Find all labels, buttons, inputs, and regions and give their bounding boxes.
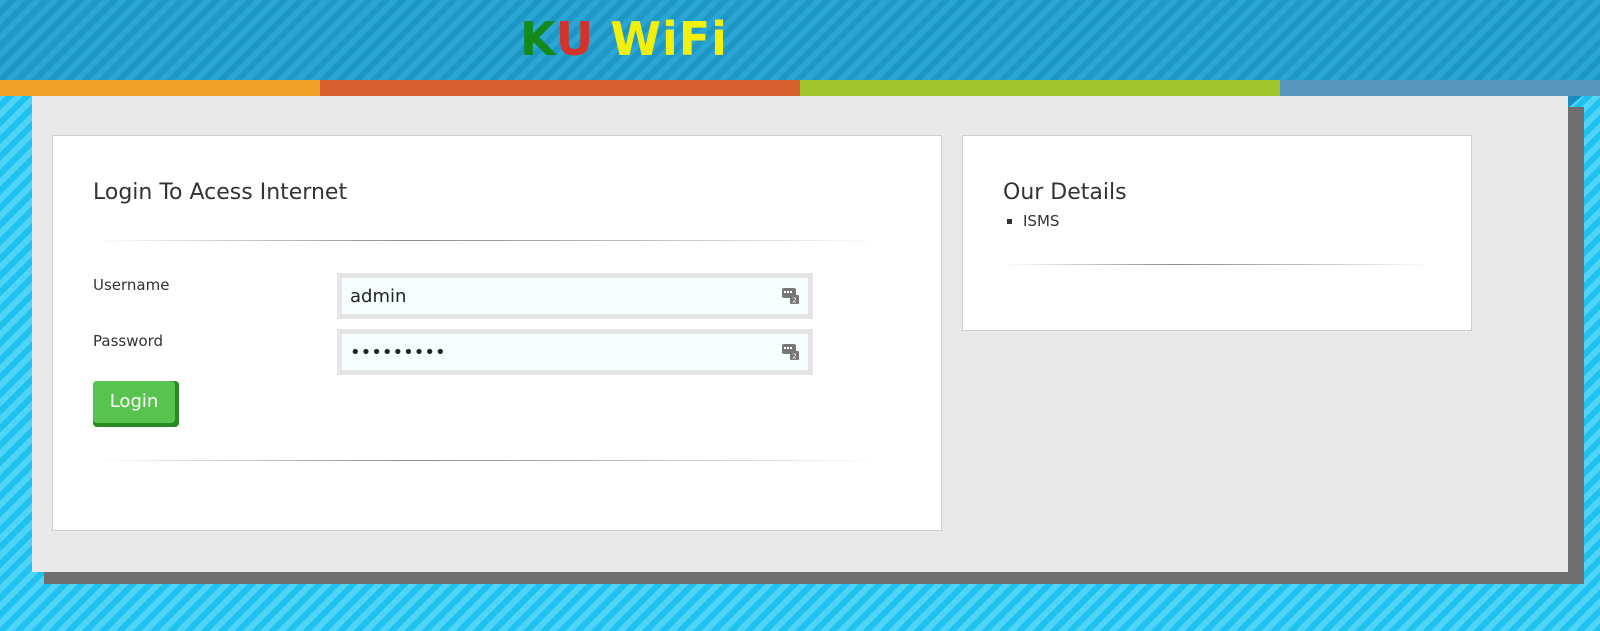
login-title: Login To Acess Internet [93,180,348,205]
color-stripe-green [800,80,1280,96]
login-panel: Login To Acess Internet Username 2 Passw… [52,135,942,531]
keyboard-icon[interactable]: 2 [781,286,799,304]
color-stripe [0,80,1600,96]
color-stripe-blue [1280,80,1600,96]
password-input[interactable] [342,334,808,370]
color-stripe-orange [0,80,320,96]
content-frame: Login To Acess Internet Username 2 Passw… [32,96,1568,572]
logo-k: K [520,12,556,66]
logo-wifi: WiFi [610,12,728,66]
divider-bottom [93,460,883,461]
username-field-wrap: 2 [337,273,813,319]
password-field-wrap: 2 [337,329,813,375]
divider-top [93,240,883,241]
login-button-label: Login [93,381,175,423]
details-divider [1003,264,1433,265]
username-label: Username [93,276,170,294]
svg-text:2: 2 [792,297,796,305]
logo-u: U [555,12,595,66]
password-label: Password [93,332,164,350]
keyboard-icon[interactable]: 2 [781,342,799,360]
ku-wifi-logo: KU WiFi [520,14,728,64]
username-input[interactable] [342,278,808,314]
details-item: ISMS [1005,212,1059,230]
header-banner: KU WiFi [0,0,1600,80]
login-button[interactable]: Login [93,381,179,427]
svg-text:2: 2 [792,353,796,361]
details-panel: Our Details ISMS [962,135,1472,331]
color-stripe-red [320,80,800,96]
details-list: ISMS [1005,212,1059,230]
details-title: Our Details [1003,180,1127,205]
